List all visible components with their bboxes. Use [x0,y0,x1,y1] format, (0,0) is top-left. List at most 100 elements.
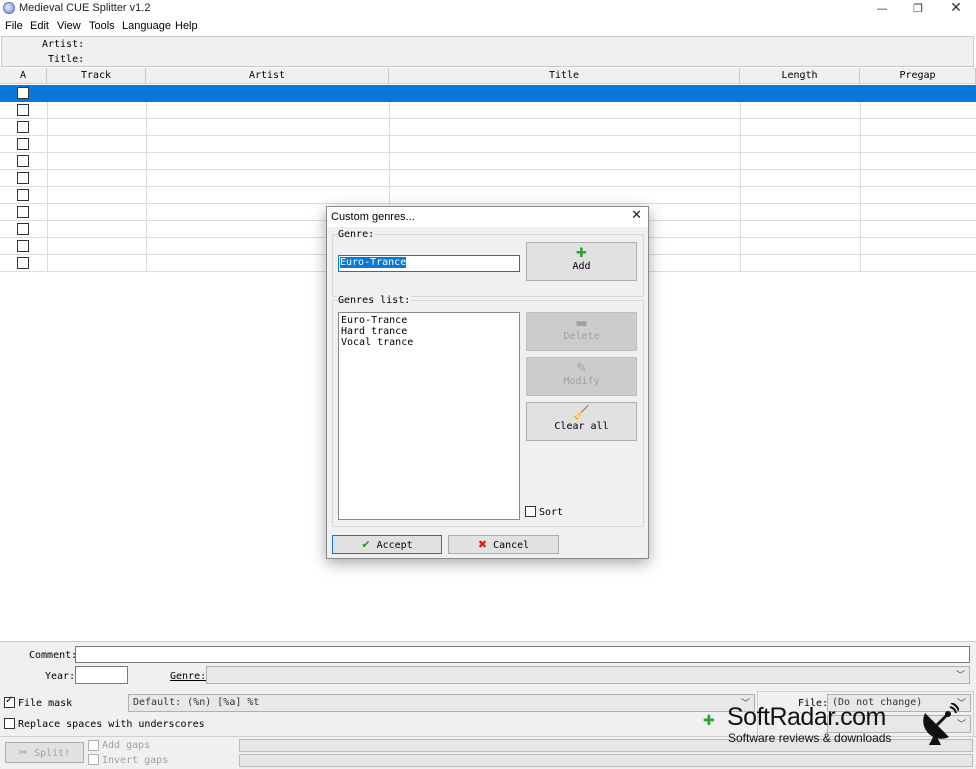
menu-edit[interactable]: Edit [30,20,49,32]
watermark-subtitle: Software reviews & downloads [728,731,892,745]
cell-divider [389,85,390,102]
table-row[interactable] [0,102,976,119]
row-checkbox[interactable] [17,172,29,184]
split-button[interactable]: ✂ Split! [5,742,84,763]
add-gaps-checkbox[interactable] [88,740,99,751]
cell-divider [146,255,147,272]
cell-divider [389,187,390,204]
table-row[interactable] [0,170,976,187]
table-row[interactable] [0,187,976,204]
accept-button[interactable]: ✔ Accept [332,535,442,554]
cell-divider [146,102,147,119]
table-row[interactable] [0,153,976,170]
cell-divider [47,238,48,255]
invert-gaps-label: Invert gaps [102,755,169,766]
row-checkbox[interactable] [17,206,29,218]
column-track[interactable]: Track [47,68,146,84]
row-checkbox[interactable] [17,121,29,133]
minimize-icon[interactable]: — [866,0,898,18]
cell-divider [47,255,48,272]
clear-all-button[interactable]: 🧹 Clear all [526,402,637,441]
year-input[interactable] [75,666,128,684]
year-label: Year: [45,671,76,682]
delete-button-label: Delete [563,331,600,342]
add-gap-plus-icon[interactable]: ✚ [703,713,715,729]
restore-icon[interactable]: ❐ [902,0,934,18]
table-row[interactable] [0,136,976,153]
cell-divider [47,204,48,221]
menu-file[interactable]: File [5,20,23,32]
add-button[interactable]: ✚ Add [526,242,637,281]
cell-divider [860,136,861,153]
cell-divider [47,136,48,153]
cell-divider [389,119,390,136]
row-checkbox[interactable] [17,104,29,116]
sort-checkbox[interactable] [525,506,536,517]
row-checkbox[interactable] [17,138,29,150]
row-checkbox[interactable] [17,240,29,252]
window-title: Medieval CUE Splitter v1.2 [19,2,151,14]
cancel-button-label: Cancel [493,540,530,551]
cell-divider [389,136,390,153]
cell-divider [740,102,741,119]
column-pregap[interactable]: Pregap [860,68,976,84]
row-checkbox[interactable] [17,223,29,235]
cell-divider [740,187,741,204]
column-a[interactable]: A [0,68,47,84]
cancel-x-icon: ✖ [477,538,488,551]
cell-divider [740,255,741,272]
total-progress-bar [239,754,973,767]
cell-divider [47,170,48,187]
table-row[interactable] [0,85,976,102]
cell-divider [860,170,861,187]
cell-divider [860,85,861,102]
replace-spaces-checkbox[interactable] [4,718,15,729]
minus-icon: ▬ [575,316,588,331]
list-item[interactable]: Euro-Trance [341,315,517,326]
menu-tools[interactable]: Tools [89,20,115,32]
column-length[interactable]: Length [740,68,860,84]
cell-divider [740,204,741,221]
dialog-title: Custom genres... [331,211,415,223]
menu-language[interactable]: Language [122,20,171,32]
row-checkbox[interactable] [17,155,29,167]
comment-input[interactable] [75,646,970,663]
file-mask-combo[interactable]: Default: (%n) [%a] %t ﹀ [128,694,755,712]
cell-divider [740,221,741,238]
dialog-close-icon[interactable]: ✕ [631,208,642,223]
cell-divider [146,85,147,102]
list-item[interactable]: Vocal trance [341,337,517,348]
modify-button[interactable]: ✎ Modify [526,357,637,396]
cell-divider [740,238,741,255]
cell-divider [860,153,861,170]
cell-divider [146,136,147,153]
genre-input[interactable]: Euro-Trance [338,255,520,272]
cell-divider [740,153,741,170]
genres-listbox[interactable]: Euro-Trance Hard trance Vocal trance [338,312,520,520]
cell-divider [860,119,861,136]
delete-button[interactable]: ▬ Delete [526,312,637,351]
cell-divider [146,187,147,204]
column-artist[interactable]: Artist [146,68,389,84]
cell-divider [860,255,861,272]
cancel-button[interactable]: ✖ Cancel [448,535,559,554]
accept-button-label: Accept [376,540,413,551]
row-checkbox[interactable] [17,189,29,201]
invert-gaps-checkbox[interactable] [88,754,99,765]
table-row[interactable] [0,119,976,136]
menu-bar: File Edit View Tools Language Help [0,18,976,35]
row-checkbox[interactable] [17,257,29,269]
list-item[interactable]: Hard trance [341,326,517,337]
cell-divider [740,136,741,153]
row-checkbox[interactable] [17,87,29,99]
column-title[interactable]: Title [389,68,740,84]
close-icon[interactable]: ✕ [940,0,972,18]
custom-genres-dialog: Custom genres... ✕ Genre: Euro-Trance ✚ … [326,206,649,559]
genre-combo[interactable]: ﹀ [206,666,970,684]
app-disc-icon [3,2,15,14]
file-mask-checkbox[interactable] [4,695,15,708]
menu-view[interactable]: View [57,20,81,32]
cell-divider [146,221,147,238]
menu-help[interactable]: Help [175,20,198,32]
cell-divider [860,187,861,204]
